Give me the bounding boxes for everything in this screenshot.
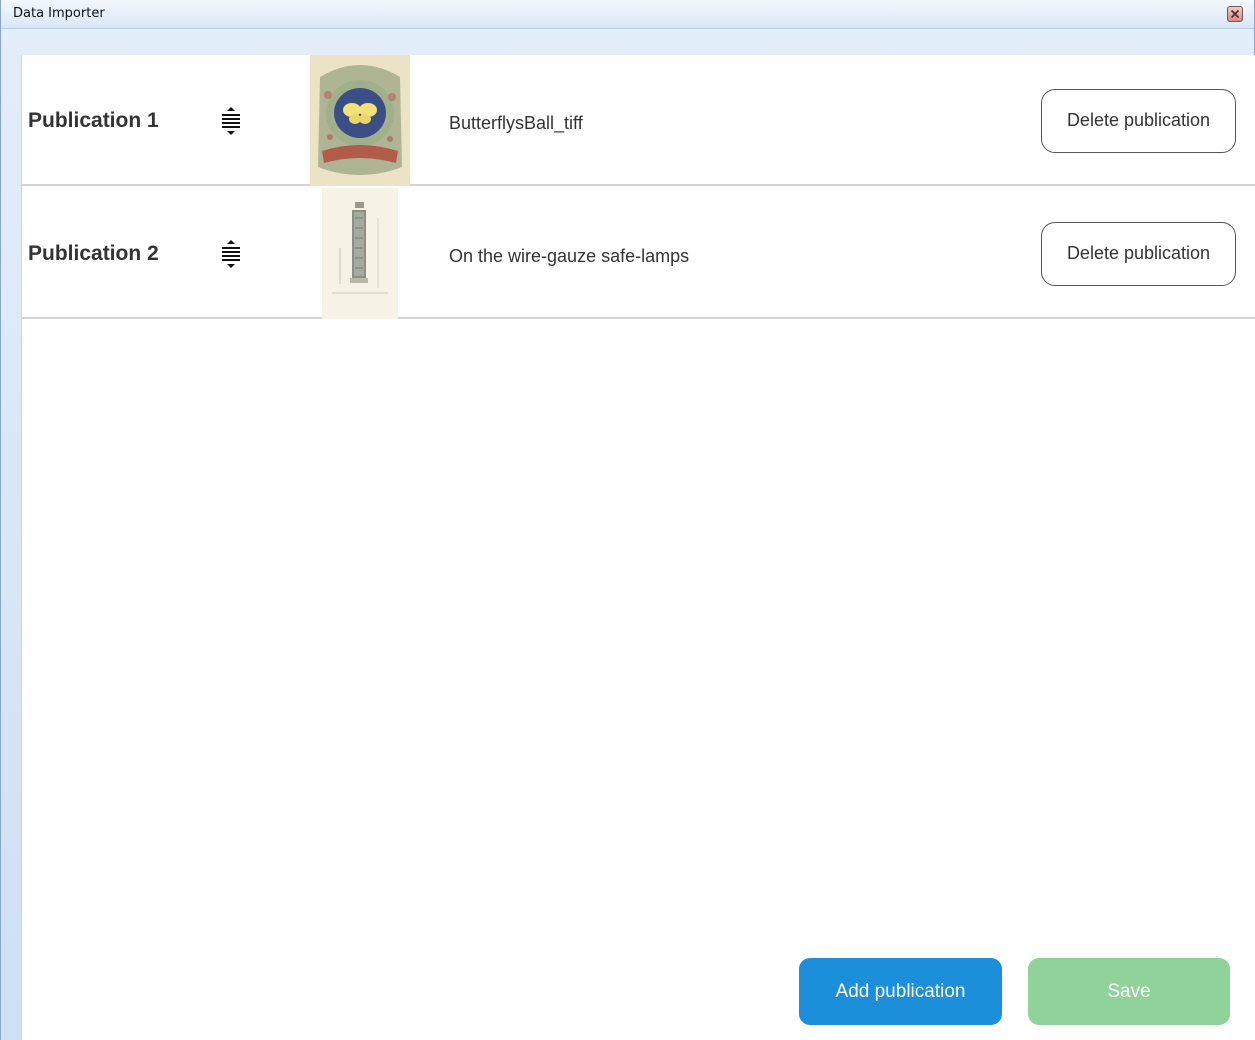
- publication-list-panel: Publication 1 ButterflysBall_tiff Delete…: [21, 55, 1255, 1040]
- safe-lamp-diagram-thumbnail: [322, 188, 398, 319]
- publication-name: On the wire-gauze safe-lamps: [449, 246, 690, 266]
- publication-label: Publication 1: [28, 109, 159, 132]
- add-publication-button[interactable]: Add publication: [799, 958, 1002, 1025]
- reorder-handle-icon[interactable]: [220, 240, 242, 268]
- publication-label: Publication 2: [28, 242, 159, 265]
- title-bar: Data Importer: [1, 0, 1254, 29]
- publication-name: ButterflysBall_tiff: [449, 113, 583, 133]
- butterfly-cover-thumbnail: [310, 55, 410, 186]
- close-button[interactable]: [1227, 6, 1243, 22]
- save-button[interactable]: Save: [1028, 958, 1230, 1025]
- window-title: Data Importer: [13, 6, 105, 21]
- publication-row: Publication 2 On the wire-gauze safe-lam…: [22, 188, 1255, 319]
- publication-row: Publication 1 ButterflysBall_tiff Delete…: [22, 55, 1255, 186]
- delete-publication-button[interactable]: Delete publication: [1041, 89, 1236, 153]
- reorder-handle-icon[interactable]: [220, 107, 242, 135]
- delete-publication-button[interactable]: Delete publication: [1041, 222, 1236, 286]
- close-icon: [1230, 9, 1240, 19]
- data-importer-window: Data Importer Publication 1 ButterflysBa…: [0, 0, 1255, 1040]
